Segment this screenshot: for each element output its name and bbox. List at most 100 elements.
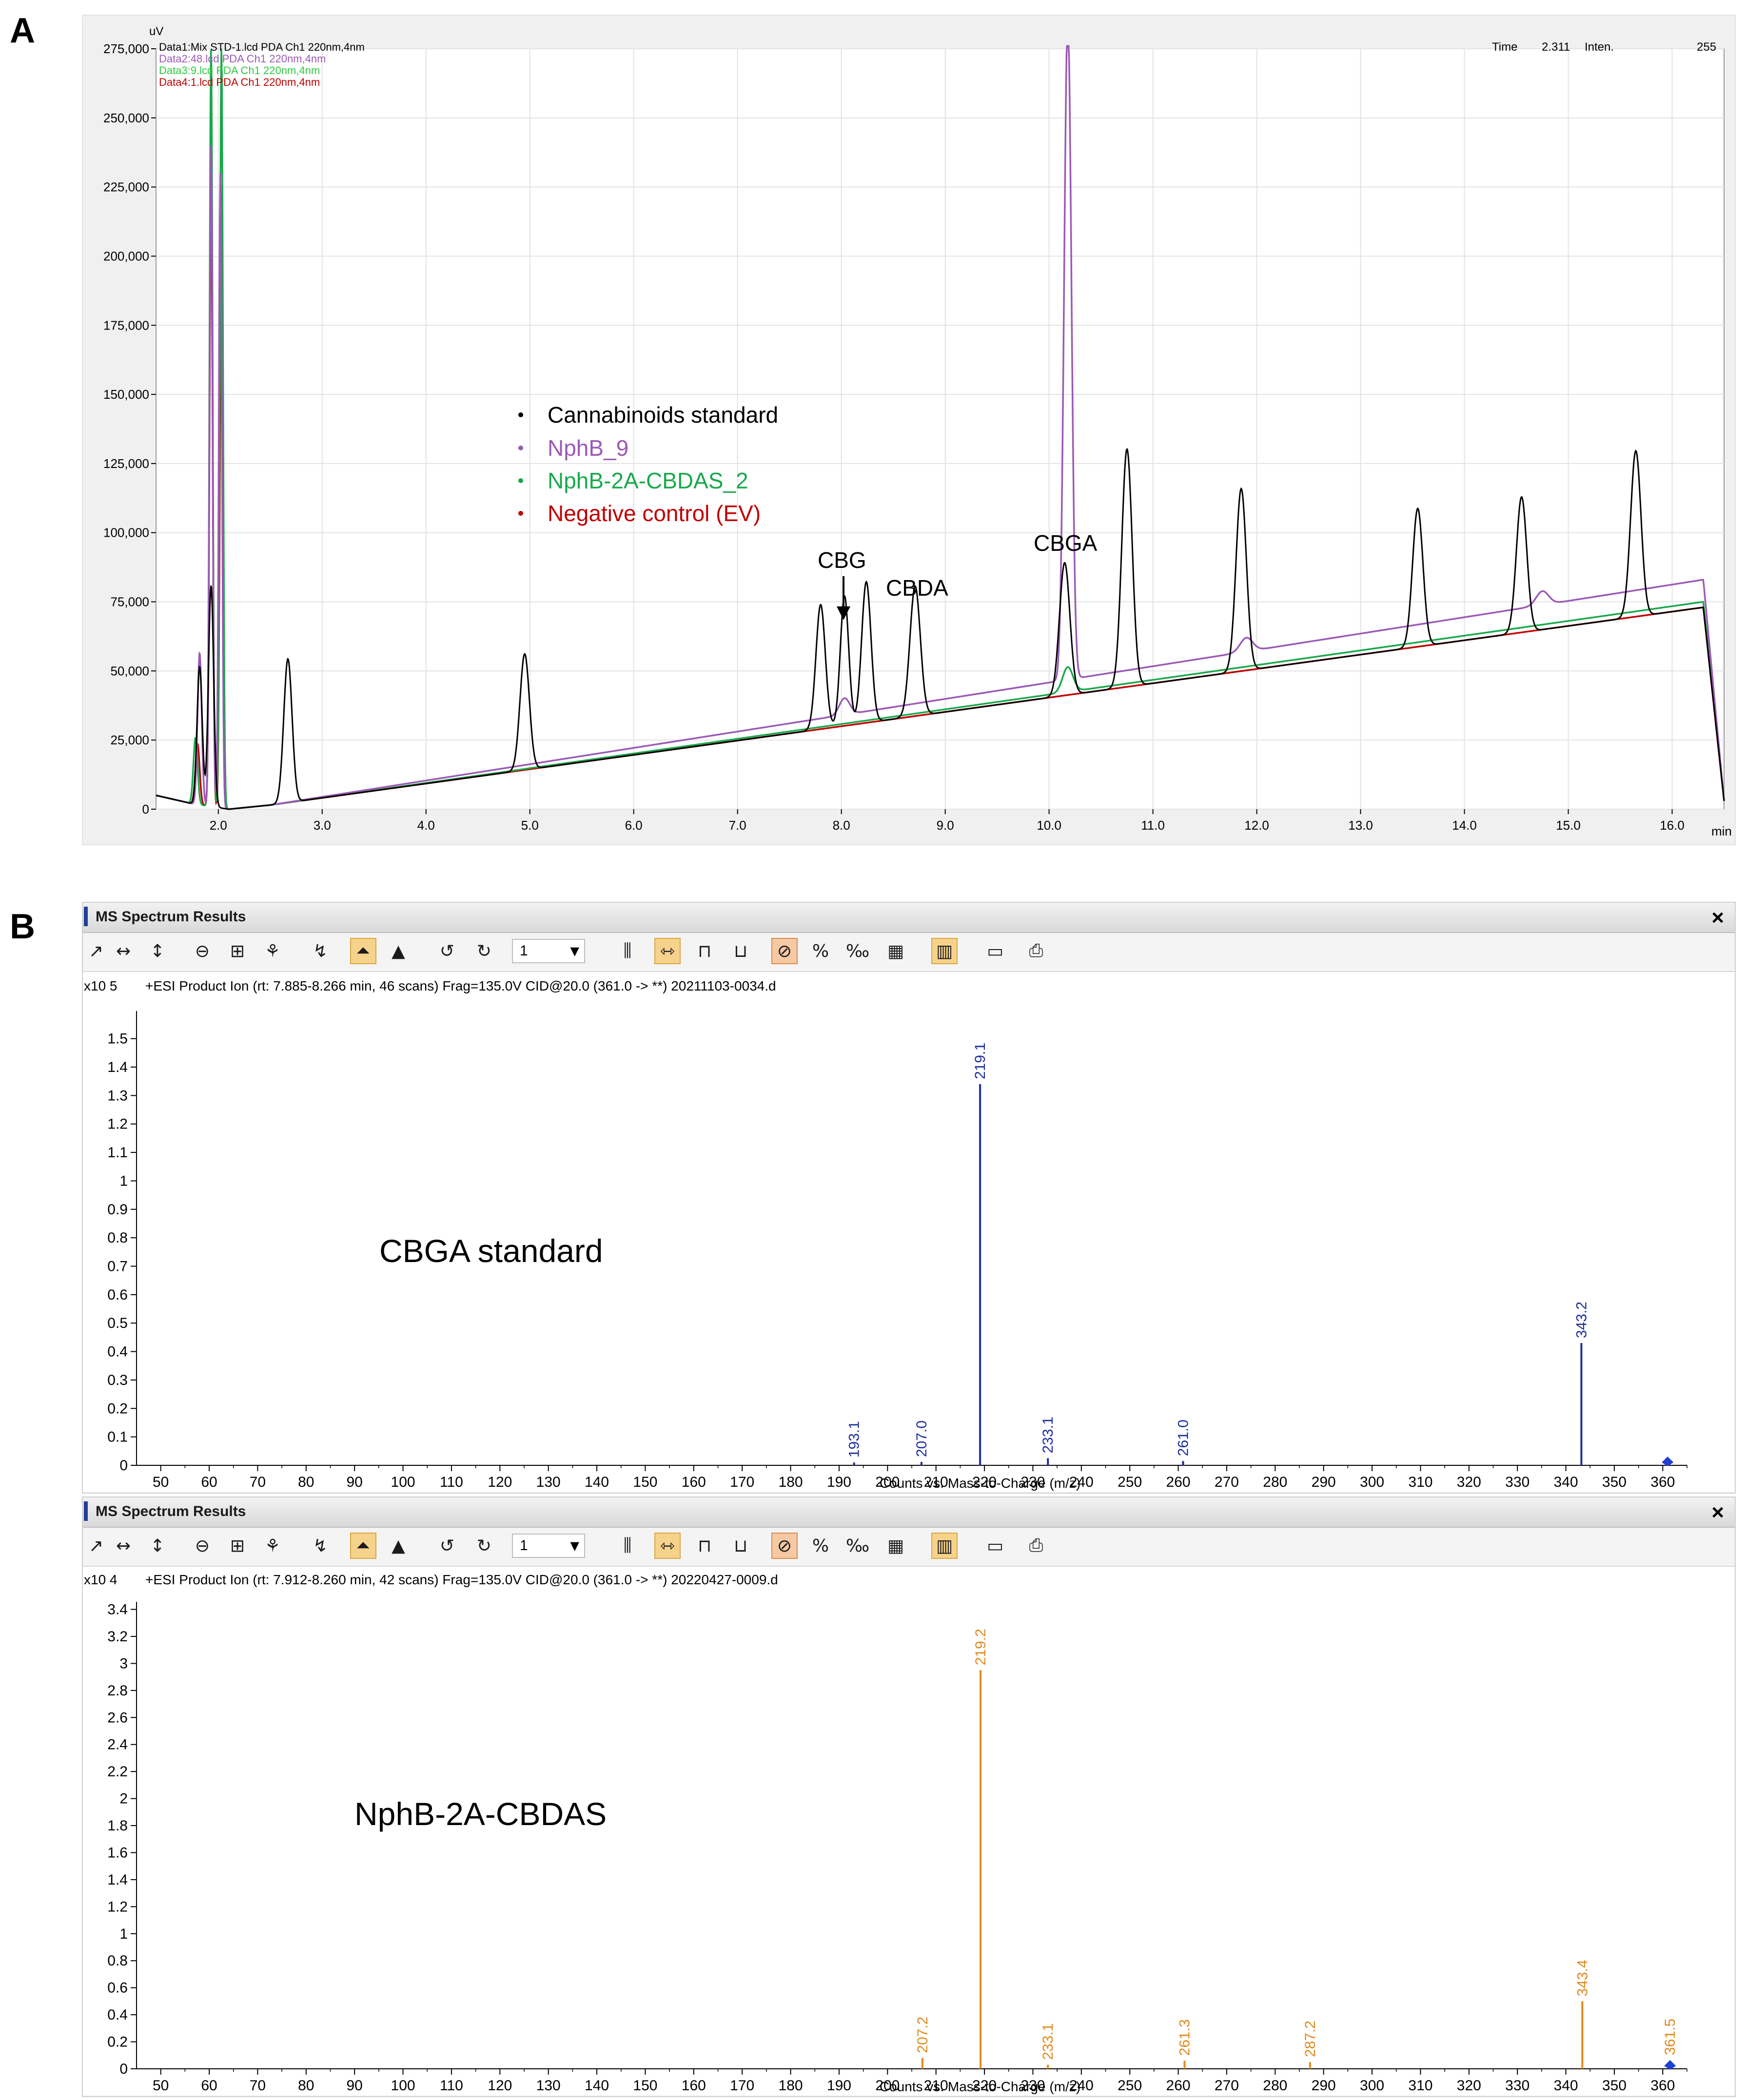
fit-width-icon[interactable]: ⇿ [654,938,681,964]
integrate-icon[interactable]: ⏶ [350,938,376,964]
bar-chart-icon[interactable]: ⫼ [614,938,641,964]
x-tick-label: 12.0 [1244,818,1269,833]
x-tick-label: 130 [536,2078,561,2094]
label-peaks-icon[interactable]: ⊓ [691,938,718,964]
zoom-level-value: 1 [520,943,528,959]
x-tick-label: 150 [633,1474,657,1490]
label-peaks-icon[interactable]: ⊓ [691,1533,718,1559]
horizontal-resize-icon[interactable]: ↔ [110,938,137,964]
undo-zoom-icon[interactable]: ↯ [307,1533,334,1559]
vertical-resize-icon[interactable]: ↕ [144,1533,171,1559]
horizontal-resize-icon[interactable]: ↔ [110,1533,137,1559]
peak-label: 219.2 [973,1629,989,1665]
copy-image-icon[interactable]: ▭ [982,938,1008,964]
print-icon[interactable]: ⎙ [1023,938,1049,964]
legend-nphb9: NphB_9 [548,435,628,461]
ms-spectrum-svg: x10 5 +ESI Product Ion (rt: 7.885-8.266 … [84,978,1687,1491]
x-tick-label: 80 [298,2078,314,2094]
zoom-out-icon[interactable]: ⊖ [189,938,216,964]
y-tick-label: 0.5 [107,1315,128,1331]
percent-icon[interactable]: % [807,938,834,964]
x-tick-label: 50 [153,2078,169,2094]
x-tick-label: 240 [1069,1474,1094,1490]
x-tick-label: 290 [1312,1474,1336,1490]
x-tick-label: 340 [1554,1474,1578,1490]
peak-label: 261.0 [1176,1419,1192,1456]
marker-label: 361.5 [1662,2019,1678,2055]
ms-window-title: MS Spectrum Results [96,1503,246,1519]
x-tick-label: 110 [440,2078,463,2094]
autoscale-y-icon[interactable]: ⊞ [224,938,251,964]
x-tick-label: 60 [201,2078,217,2094]
y-tick-label: 3.2 [107,1629,128,1645]
histogram-icon[interactable]: ▥ [931,938,958,964]
legend-dot-cbdas [518,478,523,483]
zoom-level-select[interactable]: 1 ▼ [512,1534,585,1558]
undo-zoom-icon[interactable]: ↯ [307,938,334,964]
pan-arrow-icon[interactable]: ↗ [83,1533,109,1559]
y-tick-label: 0.2 [107,1400,128,1417]
ms-titlebar: MS Spectrum Results × [83,1497,1735,1528]
no-label-icon[interactable]: ⊘ [771,938,798,964]
baseline-icon[interactable]: ⊔ [727,938,754,964]
x-tick-label: 280 [1263,1474,1287,1490]
bar-chart-icon[interactable]: ⫼ [614,1533,641,1559]
sample-label: CBGA standard [379,1233,603,1269]
x-tick-label: 260 [1166,1474,1191,1490]
undo-icon[interactable]: ↺ [434,938,460,964]
percent-normalize-icon[interactable]: ‰ [844,938,871,964]
legend-dot-nphb9 [518,446,523,450]
peak-pick-icon[interactable]: ⚘ [259,1533,286,1559]
y-tick-label: 0 [119,2061,128,2077]
x-tick-label: 290 [1312,2078,1336,2094]
y-tick-label: 1.4 [107,1872,128,1888]
copy-image-icon[interactable]: ▭ [982,1533,1008,1559]
vertical-resize-icon[interactable]: ↕ [144,938,171,964]
x-tick-label: 210 [924,2078,948,2094]
grid-icon[interactable]: ▦ [883,1533,909,1559]
percent-icon[interactable]: % [807,1533,834,1559]
x-tick-label: 160 [682,1474,706,1490]
legend-dot-standard [518,412,523,417]
undo-icon[interactable]: ↺ [434,1533,460,1559]
x-tick-label: 320 [1457,2078,1481,2094]
x-tick-label: 8.0 [833,818,850,833]
y-unit-label: uV [149,25,163,38]
legend-ev: Negative control (EV) [548,501,761,526]
peak-pick-icon[interactable]: ⚘ [259,938,286,964]
mountain-icon[interactable]: ▲ [385,1533,412,1559]
ms-toolbar: ↗ ↔ ↕ ⊖ ⊞ ⚘ ↯ ⏶ ▲ ↺ ↻ 1 ▼ ⫼ ⇿ ⊓ ⊔ ⊘ % ‰ ▦… [83,933,1735,972]
autoscale-y-icon[interactable]: ⊞ [224,1533,251,1559]
y-tick-label: 0 [119,1458,128,1474]
x-tick-label: 220 [972,2078,997,2094]
x-tick-label: 130 [536,1474,561,1490]
ms-plot-area: x10 4 +ESI Product Ion (rt: 7.912-8.260 … [83,1567,1735,2095]
pan-arrow-icon[interactable]: ↗ [83,938,109,964]
close-button[interactable]: × [1711,906,1724,930]
percent-normalize-icon[interactable]: ‰ [844,1533,871,1559]
zoom-out-icon[interactable]: ⊖ [189,1533,216,1559]
x-tick-label: 340 [1554,2078,1578,2094]
integrate-icon[interactable]: ⏶ [350,1533,376,1559]
no-label-icon[interactable]: ⊘ [771,1533,798,1559]
fit-width-icon[interactable]: ⇿ [654,1533,681,1559]
y-tick-label: 1.3 [107,1088,128,1104]
x-tick-label: 150 [633,2078,657,2094]
zoom-level-select[interactable]: 1 ▼ [512,939,585,963]
histogram-icon[interactable]: ▥ [931,1533,958,1559]
redo-icon[interactable]: ↻ [471,938,497,964]
ms-plot-area: x10 5 +ESI Product Ion (rt: 7.885-8.266 … [83,972,1735,1492]
x-tick-label: 90 [347,2078,363,2094]
x-tick-label: 250 [1118,1474,1142,1490]
x-tick-label: 300 [1360,2078,1384,2094]
redo-icon[interactable]: ↻ [471,1533,497,1559]
y-tick-label: 0.6 [107,1980,128,1996]
x-tick-label: 9.0 [937,818,954,833]
close-button[interactable]: × [1711,1500,1724,1525]
data-line-2: Data2:48.lcd PDA Ch1 220nm,4nm [159,53,326,65]
mountain-icon[interactable]: ▲ [385,938,412,964]
x-tick-label: 140 [585,1474,609,1490]
baseline-icon[interactable]: ⊔ [727,1533,754,1559]
print-icon[interactable]: ⎙ [1023,1533,1049,1559]
grid-icon[interactable]: ▦ [883,938,909,964]
